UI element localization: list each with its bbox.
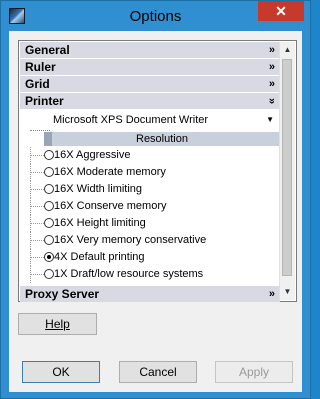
printer-select[interactable]: Microsoft XPS Document Writer ▼ — [51, 112, 277, 128]
settings-tree: General » Ruler » Grid » Printer « Micro… — [20, 42, 280, 300]
radio-button[interactable] — [44, 235, 54, 245]
close-button[interactable]: ✕ — [258, 1, 304, 21]
dialog-client-area: General » Ruler » Grid » Printer « Micro… — [9, 31, 302, 392]
apply-button-label: Apply — [238, 365, 270, 379]
chevron-right-icon[interactable]: » — [269, 42, 275, 58]
resolution-option-label: 16X Width limiting — [54, 183, 143, 195]
resolution-option[interactable]: 16X Conserve memory — [20, 198, 280, 215]
radio-button[interactable] — [44, 201, 54, 211]
section-proxy-label: Proxy Server — [25, 287, 100, 301]
ok-button-label: OK — [52, 365, 70, 379]
title-bar[interactable]: Options ✕ — [1, 1, 310, 31]
radio-button[interactable] — [44, 167, 54, 177]
scroll-down-icon[interactable]: ▼ — [280, 284, 295, 300]
chevron-right-icon[interactable]: » — [269, 59, 275, 75]
printer-section-body: Microsoft XPS Document Writer ▼ Resoluti… — [20, 110, 280, 283]
radio-button[interactable] — [44, 218, 54, 228]
resolution-option[interactable]: 16X Very memory conservative — [20, 232, 280, 249]
help-button[interactable]: Help — [18, 313, 97, 335]
cancel-button-label: Cancel — [139, 365, 177, 379]
help-button-label: Help — [45, 317, 70, 331]
section-ruler-label: Ruler — [25, 60, 56, 74]
settings-panel: General » Ruler » Grid » Printer « Micro… — [18, 40, 297, 302]
resolution-header-marker — [44, 132, 52, 146]
chevron-right-icon[interactable]: » — [269, 286, 275, 302]
close-icon: ✕ — [275, 3, 287, 19]
section-ruler[interactable]: Ruler » — [20, 59, 280, 75]
apply-button[interactable]: Apply — [215, 361, 293, 383]
vertical-scrollbar[interactable]: ▲ ▼ — [279, 42, 295, 300]
section-proxy-server[interactable]: Proxy Server » — [20, 286, 280, 302]
tree-guide — [30, 110, 50, 131]
ok-button[interactable]: OK — [22, 361, 100, 383]
chevron-down-glyph: « — [265, 97, 278, 105]
radio-button[interactable] — [44, 269, 54, 279]
resolution-option-label: 16X Conserve memory — [54, 200, 167, 212]
resolution-option[interactable]: 16X Width limiting — [20, 181, 280, 198]
radio-button[interactable] — [44, 252, 54, 262]
resolution-option-label: 16X Aggressive — [54, 149, 131, 161]
resolution-option[interactable]: 4X Default printing — [20, 249, 280, 266]
section-grid-label: Grid — [25, 77, 50, 91]
resolution-option-label: 16X Very memory conservative — [54, 234, 207, 246]
resolution-header-label: Resolution — [136, 133, 188, 145]
resolution-header: Resolution — [44, 132, 280, 146]
resolution-option-label: 4X Default printing — [54, 251, 145, 263]
section-general-label: General — [25, 43, 70, 57]
resolution-option-label: 1X Draft/low resource systems — [54, 268, 204, 280]
resolution-option[interactable]: 16X Moderate memory — [20, 164, 280, 181]
scroll-thumb[interactable] — [282, 59, 292, 276]
section-printer-label: Printer — [25, 94, 64, 108]
radio-button[interactable] — [44, 150, 54, 160]
chevron-down-icon[interactable]: « — [266, 93, 278, 109]
radio-button[interactable] — [44, 184, 54, 194]
resolution-option[interactable]: 1X Draft/low resource systems — [20, 266, 280, 283]
cancel-button[interactable]: Cancel — [119, 361, 197, 383]
resolution-option-label: 16X Moderate memory — [54, 166, 166, 178]
resolution-option[interactable]: 16X Height limiting — [20, 215, 280, 232]
chevron-right-icon[interactable]: » — [269, 76, 275, 92]
section-printer[interactable]: Printer « — [20, 93, 280, 109]
dropdown-arrow-icon[interactable]: ▼ — [266, 112, 274, 128]
section-general[interactable]: General » — [20, 42, 280, 58]
resolution-option-label: 16X Height limiting — [54, 217, 146, 229]
resolution-option[interactable]: 16X Aggressive — [20, 147, 280, 164]
options-window: Options ✕ General » Ruler » Grid » Print… — [0, 0, 311, 399]
section-grid[interactable]: Grid » — [20, 76, 280, 92]
resolution-options: 16X Aggressive 16X Moderate memory 16X W… — [20, 147, 280, 283]
scroll-up-icon[interactable]: ▲ — [280, 42, 295, 58]
printer-select-value: Microsoft XPS Document Writer — [53, 114, 209, 126]
